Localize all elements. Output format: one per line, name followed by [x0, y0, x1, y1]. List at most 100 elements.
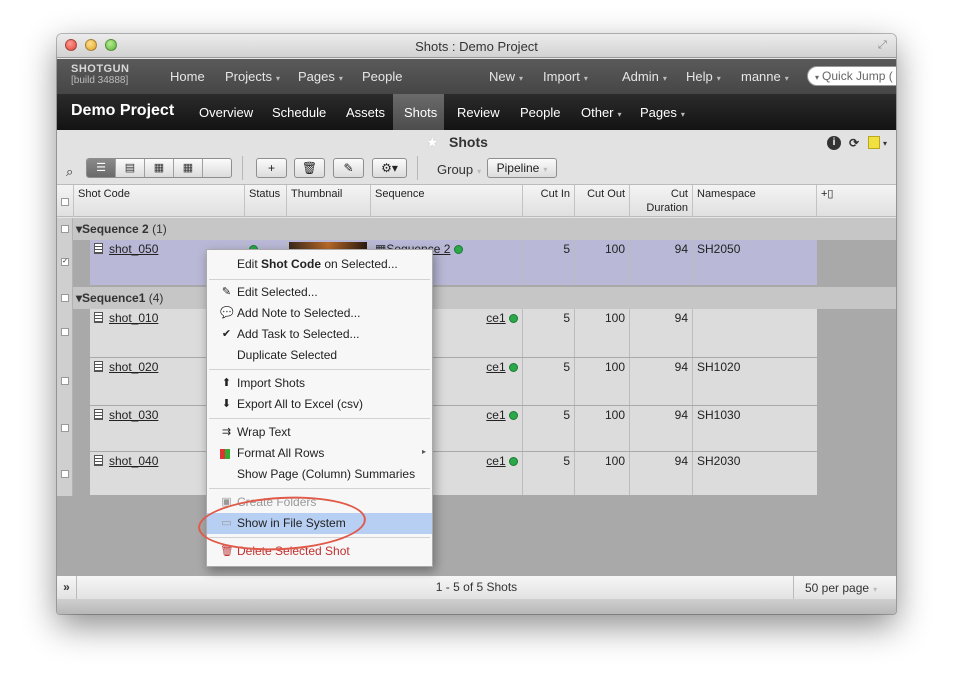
table-row[interactable]: shot_020 ce1 5 100 94 SH1020	[90, 358, 817, 406]
view-mode-switcher: ☰ ▤ ▦ ▦ ◔	[86, 158, 232, 178]
select-all-column[interactable]	[57, 185, 74, 217]
page-title: Shots	[449, 134, 488, 150]
import-icon: ⬆	[221, 377, 232, 389]
cut-in-cell: 5	[523, 406, 575, 451]
per-page-dropdown[interactable]: 50 per page ▾	[793, 576, 896, 599]
menu-import-shots[interactable]: ⬆ Import Shots	[207, 373, 432, 394]
col-thumbnail[interactable]: Thumbnail	[287, 185, 371, 217]
nav-home[interactable]: Home	[170, 69, 205, 84]
menu-divider	[209, 369, 430, 370]
cut-out-cell: 100	[575, 406, 630, 451]
row-checkbox[interactable]	[61, 328, 69, 336]
group-row-sequence-2[interactable]: ▾Sequence 2 (1)	[73, 218, 896, 240]
pencil-icon: ✎	[221, 286, 232, 298]
fullscreen-icon[interactable]: ⤢	[878, 39, 890, 51]
search-icon[interactable]: ⌕	[66, 164, 73, 180]
tab-people[interactable]: People	[520, 105, 560, 120]
nav-import[interactable]: Import ▾	[543, 69, 588, 84]
add-task-icon: ✔	[221, 328, 232, 340]
project-nav: Demo Project Overview Schedule Assets Sh…	[57, 94, 896, 130]
nav-new[interactable]: New ▾	[489, 69, 523, 84]
status-view-icon[interactable]: ◔	[87, 177, 116, 178]
col-shot-code[interactable]: Shot Code	[74, 185, 245, 217]
film-icon	[94, 243, 103, 254]
menu-format-rows[interactable]: Format All Rows ▸	[207, 443, 432, 464]
row-checkbox[interactable]	[61, 424, 69, 432]
wrap-text-icon: ⇉	[221, 426, 232, 438]
nav-admin[interactable]: Admin ▾	[622, 69, 667, 84]
group-by-dropdown[interactable]: Group ▾	[437, 162, 481, 177]
table-row[interactable]: shot_040 ce1 5 100 94 SH2030	[90, 452, 817, 496]
add-shot-button[interactable]: +	[256, 158, 287, 178]
brand-logo[interactable]: SHOTGUN [build 34888]	[71, 64, 130, 87]
namespace-cell: SH2050	[697, 242, 741, 256]
menu-edit-shot-code[interactable]: Edit Shot Code on Selected...	[207, 254, 432, 275]
col-sequence[interactable]: Sequence	[371, 185, 523, 217]
chevron-down-icon: ▾	[338, 74, 343, 83]
menu-show-summaries[interactable]: Show Page (Column) Summaries	[207, 464, 432, 485]
list-view-icon[interactable]: ☰	[87, 159, 116, 177]
nav-user-menu[interactable]: manne ▾	[741, 69, 789, 84]
tab-overview[interactable]: Overview	[199, 105, 253, 120]
chevron-down-icon: ▾	[543, 165, 548, 174]
nav-people[interactable]: People	[362, 69, 402, 84]
tab-assets[interactable]: Assets	[346, 105, 385, 120]
col-cut-out[interactable]: Cut Out	[575, 185, 630, 217]
window-title: Shots : Demo Project	[415, 39, 538, 54]
table-row[interactable]: shot_030 ce1 5 100 94 SH1030	[90, 406, 817, 452]
notes-icon[interactable]	[868, 136, 880, 149]
tab-schedule[interactable]: Schedule	[272, 105, 326, 120]
col-namespace[interactable]: Namespace	[693, 185, 817, 217]
export-icon: ⬇	[221, 398, 232, 410]
menu-export-excel[interactable]: ⬇ Export All to Excel (csv)	[207, 394, 432, 415]
chevron-down-icon: ▾	[716, 74, 721, 83]
grid-view-icon[interactable]: ▦	[145, 159, 174, 177]
group-checkbox[interactable]	[61, 225, 69, 233]
calendar-view-icon[interactable]: ▦	[174, 159, 203, 177]
table-row[interactable]: shot_050 ▦Sequence 2 5 100 94 SH2050	[90, 240, 817, 286]
cut-in-cell: 5	[523, 452, 575, 495]
menu-wrap-text[interactable]: ⇉ Wrap Text	[207, 422, 432, 443]
project-title[interactable]: Demo Project	[71, 102, 174, 120]
title-bar: Shots : Demo Project ⤢	[57, 34, 896, 58]
nav-help[interactable]: Help ▾	[686, 69, 721, 84]
tab-review[interactable]: Review	[457, 105, 500, 120]
nav-projects[interactable]: Projects ▾	[225, 69, 280, 84]
add-column-icon[interactable]: +▯	[817, 185, 896, 217]
group-checkbox[interactable]	[61, 294, 69, 302]
group-row-sequence1[interactable]: ▾Sequence1 (4)	[73, 287, 896, 309]
add-note-icon: 💬	[220, 307, 234, 319]
tab-other[interactable]: Other ▾	[581, 105, 622, 120]
table-row[interactable]: shot_010 ce1 5 100 94	[90, 309, 817, 358]
menu-divider	[209, 418, 430, 419]
edit-pencil-icon[interactable]: ✎	[333, 158, 364, 178]
col-cut-duration[interactable]: Cut Duration	[630, 185, 693, 217]
tab-shots[interactable]: Shots	[404, 105, 437, 120]
compact-view-icon[interactable]: ▤	[116, 159, 145, 177]
col-cut-in[interactable]: Cut In	[523, 185, 575, 217]
chevron-down-icon: ▾	[662, 74, 667, 83]
refresh-icon[interactable]: ⟳	[847, 136, 861, 150]
menu-edit-selected[interactable]: ✎ Edit Selected...	[207, 282, 432, 303]
pipeline-dropdown[interactable]: Pipeline ▾	[487, 158, 557, 178]
row-checkbox-checked[interactable]: ✓	[61, 258, 69, 266]
select-all-checkbox[interactable]	[61, 198, 69, 206]
row-checkbox[interactable]	[61, 377, 69, 385]
cut-out-cell: 100	[575, 358, 630, 405]
nav-pages[interactable]: Pages ▾	[298, 69, 343, 84]
row-checkbox[interactable]	[61, 470, 69, 478]
chevron-down-icon: ▾	[275, 74, 280, 83]
chevron-down-icon[interactable]: ▾	[883, 139, 887, 148]
col-status[interactable]: Status	[245, 185, 287, 217]
menu-duplicate[interactable]: Duplicate Selected	[207, 345, 432, 366]
grid-header: Shot Code Status Thumbnail Sequence Cut …	[57, 184, 896, 217]
tab-pages[interactable]: Pages ▾	[640, 105, 685, 120]
quick-jump-input[interactable]: ▾ Quick Jump (	[807, 66, 896, 86]
menu-add-task[interactable]: ✔ Add Task to Selected...	[207, 324, 432, 345]
settings-gear-icon[interactable]: ⚙▾	[372, 158, 407, 178]
cut-in-cell: 5	[523, 309, 575, 357]
favorite-star-icon[interactable]: ★	[426, 134, 439, 151]
menu-add-note[interactable]: 💬 Add Note to Selected...	[207, 303, 432, 324]
delete-icon[interactable]: 🗑	[294, 158, 325, 178]
info-icon[interactable]: i	[827, 136, 841, 150]
